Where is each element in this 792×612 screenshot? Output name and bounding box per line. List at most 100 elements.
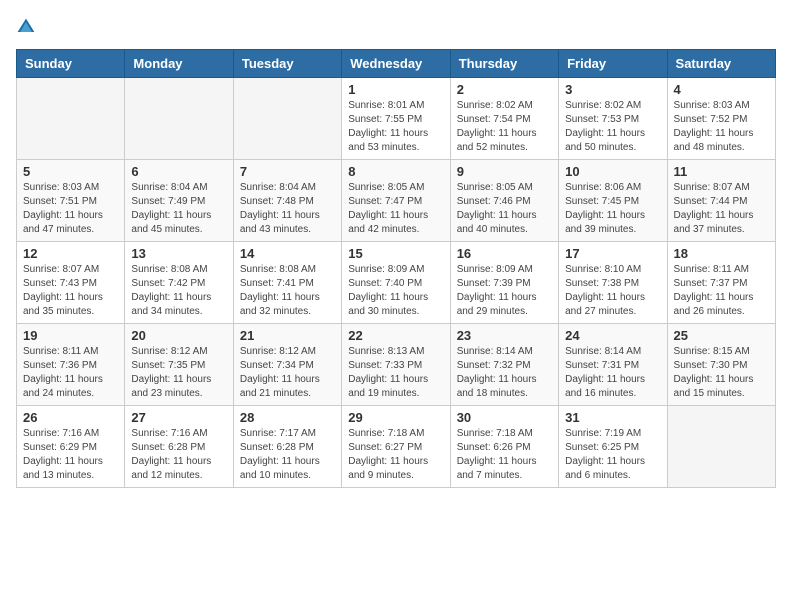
calendar-cell: 4 Sunrise: 8:03 AM Sunset: 7:52 PM Daylig…: [667, 78, 775, 160]
calendar-cell: 17 Sunrise: 8:10 AM Sunset: 7:38 PM Dayli…: [559, 242, 667, 324]
day-number: 10: [565, 164, 660, 179]
day-info: Sunrise: 8:04 AM Sunset: 7:49 PM Dayligh…: [131, 181, 226, 237]
day-info: Sunrise: 7:18 AM Sunset: 6:26 PM Dayligh…: [457, 427, 552, 483]
day-number: 23: [457, 328, 552, 343]
day-info: Sunrise: 8:02 AM Sunset: 7:54 PM Dayligh…: [457, 99, 552, 155]
day-info: Sunrise: 8:01 AM Sunset: 7:55 PM Dayligh…: [348, 99, 443, 155]
day-info: Sunrise: 8:05 AM Sunset: 7:47 PM Dayligh…: [348, 181, 443, 237]
day-info: Sunrise: 7:16 AM Sunset: 6:29 PM Dayligh…: [23, 427, 118, 483]
calendar-cell: 3Sunrise: 8:02 AM Sunset: 7:53 PM Daylig…: [559, 78, 667, 160]
calendar-cell: 11 Sunrise: 8:07 AM Sunset: 7:44 PM Dayli…: [667, 160, 775, 242]
day-number: 15: [348, 246, 443, 261]
calendar-day-header: Friday: [559, 50, 667, 78]
day-info: Sunrise: 8:10 AM Sunset: 7:38 PM Dayligh…: [565, 263, 660, 319]
day-number: 12: [23, 246, 118, 261]
day-number: 18: [674, 246, 769, 261]
calendar-cell: 9Sunrise: 8:05 AM Sunset: 7:46 PM Daylig…: [450, 160, 558, 242]
calendar-cell: 5 Sunrise: 8:03 AM Sunset: 7:51 PM Daylig…: [17, 160, 125, 242]
calendar-body: 1 Sunrise: 8:01 AM Sunset: 7:55 PM Daylig…: [17, 78, 776, 488]
day-number: 22: [348, 328, 443, 343]
calendar-cell: 25Sunrise: 8:15 AM Sunset: 7:30 PM Dayli…: [667, 324, 775, 406]
calendar-header-row: SundayMondayTuesdayWednesdayThursdayFrid…: [17, 50, 776, 78]
day-number: 31: [565, 410, 660, 425]
day-number: 9: [457, 164, 552, 179]
day-info: Sunrise: 8:11 AM Sunset: 7:36 PM Dayligh…: [23, 345, 118, 401]
day-info: Sunrise: 8:13 AM Sunset: 7:33 PM Dayligh…: [348, 345, 443, 401]
day-number: 8: [348, 164, 443, 179]
day-info: Sunrise: 8:08 AM Sunset: 7:41 PM Dayligh…: [240, 263, 335, 319]
calendar-cell: 27 Sunrise: 7:16 AM Sunset: 6:28 PM Dayli…: [125, 406, 233, 488]
day-number: 29: [348, 410, 443, 425]
day-number: 11: [674, 164, 769, 179]
day-info: Sunrise: 8:12 AM Sunset: 7:35 PM Dayligh…: [131, 345, 226, 401]
day-number: 24: [565, 328, 660, 343]
calendar-day-header: Saturday: [667, 50, 775, 78]
day-number: 25: [674, 328, 769, 343]
calendar-cell: 12 Sunrise: 8:07 AM Sunset: 7:43 PM Dayli…: [17, 242, 125, 324]
calendar-cell: 8 Sunrise: 8:05 AM Sunset: 7:47 PM Daylig…: [342, 160, 450, 242]
day-number: 17: [565, 246, 660, 261]
day-number: 7: [240, 164, 335, 179]
calendar-cell: 19 Sunrise: 8:11 AM Sunset: 7:36 PM Dayli…: [17, 324, 125, 406]
calendar-cell: [125, 78, 233, 160]
day-info: Sunrise: 8:07 AM Sunset: 7:44 PM Dayligh…: [674, 181, 769, 237]
day-number: 21: [240, 328, 335, 343]
calendar-day-header: Thursday: [450, 50, 558, 78]
logo-icon: [16, 17, 36, 37]
calendar-day-header: Tuesday: [233, 50, 341, 78]
day-info: Sunrise: 8:02 AM Sunset: 7:53 PM Dayligh…: [565, 99, 660, 155]
calendar-cell: 26 Sunrise: 7:16 AM Sunset: 6:29 PM Dayli…: [17, 406, 125, 488]
calendar-cell: [667, 406, 775, 488]
day-info: Sunrise: 8:04 AM Sunset: 7:48 PM Dayligh…: [240, 181, 335, 237]
calendar-cell: 30 Sunrise: 7:18 AM Sunset: 6:26 PM Dayli…: [450, 406, 558, 488]
day-number: 16: [457, 246, 552, 261]
day-info: Sunrise: 8:11 AM Sunset: 7:37 PM Dayligh…: [674, 263, 769, 319]
day-info: Sunrise: 7:17 AM Sunset: 6:28 PM Dayligh…: [240, 427, 335, 483]
calendar-day-header: Wednesday: [342, 50, 450, 78]
calendar-day-header: Sunday: [17, 50, 125, 78]
day-info: Sunrise: 8:03 AM Sunset: 7:52 PM Dayligh…: [674, 99, 769, 155]
calendar-week-row: 26 Sunrise: 7:16 AM Sunset: 6:29 PM Dayli…: [17, 406, 776, 488]
day-number: 4: [674, 82, 769, 97]
calendar-cell: 16 Sunrise: 8:09 AM Sunset: 7:39 PM Dayli…: [450, 242, 558, 324]
calendar-cell: 15Sunrise: 8:09 AM Sunset: 7:40 PM Dayli…: [342, 242, 450, 324]
calendar-cell: 23 Sunrise: 8:14 AM Sunset: 7:32 PM Dayli…: [450, 324, 558, 406]
day-info: Sunrise: 8:14 AM Sunset: 7:32 PM Dayligh…: [457, 345, 552, 401]
calendar-cell: 6 Sunrise: 8:04 AM Sunset: 7:49 PM Daylig…: [125, 160, 233, 242]
day-info: Sunrise: 8:06 AM Sunset: 7:45 PM Dayligh…: [565, 181, 660, 237]
day-number: 28: [240, 410, 335, 425]
day-number: 1: [348, 82, 443, 97]
day-number: 6: [131, 164, 226, 179]
calendar-cell: 13 Sunrise: 8:08 AM Sunset: 7:42 PM Dayli…: [125, 242, 233, 324]
logo: [16, 16, 40, 37]
calendar-week-row: 5 Sunrise: 8:03 AM Sunset: 7:51 PM Daylig…: [17, 160, 776, 242]
calendar-day-header: Monday: [125, 50, 233, 78]
calendar-cell: 18 Sunrise: 8:11 AM Sunset: 7:37 PM Dayli…: [667, 242, 775, 324]
calendar-cell: 1 Sunrise: 8:01 AM Sunset: 7:55 PM Daylig…: [342, 78, 450, 160]
calendar-cell: 7 Sunrise: 8:04 AM Sunset: 7:48 PM Daylig…: [233, 160, 341, 242]
calendar-cell: 29 Sunrise: 7:18 AM Sunset: 6:27 PM Dayli…: [342, 406, 450, 488]
day-info: Sunrise: 7:16 AM Sunset: 6:28 PM Dayligh…: [131, 427, 226, 483]
calendar-week-row: 12 Sunrise: 8:07 AM Sunset: 7:43 PM Dayli…: [17, 242, 776, 324]
day-info: Sunrise: 8:07 AM Sunset: 7:43 PM Dayligh…: [23, 263, 118, 319]
day-number: 19: [23, 328, 118, 343]
day-number: 30: [457, 410, 552, 425]
day-number: 26: [23, 410, 118, 425]
day-number: 20: [131, 328, 226, 343]
day-info: Sunrise: 8:12 AM Sunset: 7:34 PM Dayligh…: [240, 345, 335, 401]
day-info: Sunrise: 8:08 AM Sunset: 7:42 PM Dayligh…: [131, 263, 226, 319]
day-number: 14: [240, 246, 335, 261]
day-number: 13: [131, 246, 226, 261]
calendar-cell: 31Sunrise: 7:19 AM Sunset: 6:25 PM Dayli…: [559, 406, 667, 488]
calendar-cell: 10 Sunrise: 8:06 AM Sunset: 7:45 PM Dayli…: [559, 160, 667, 242]
day-info: Sunrise: 8:09 AM Sunset: 7:39 PM Dayligh…: [457, 263, 552, 319]
day-number: 5: [23, 164, 118, 179]
calendar-cell: [17, 78, 125, 160]
day-info: Sunrise: 7:18 AM Sunset: 6:27 PM Dayligh…: [348, 427, 443, 483]
day-number: 27: [131, 410, 226, 425]
calendar-cell: 28 Sunrise: 7:17 AM Sunset: 6:28 PM Dayli…: [233, 406, 341, 488]
page-header: [16, 16, 776, 37]
calendar-week-row: 19 Sunrise: 8:11 AM Sunset: 7:36 PM Dayli…: [17, 324, 776, 406]
day-info: Sunrise: 8:03 AM Sunset: 7:51 PM Dayligh…: [23, 181, 118, 237]
calendar-cell: 20 Sunrise: 8:12 AM Sunset: 7:35 PM Dayli…: [125, 324, 233, 406]
